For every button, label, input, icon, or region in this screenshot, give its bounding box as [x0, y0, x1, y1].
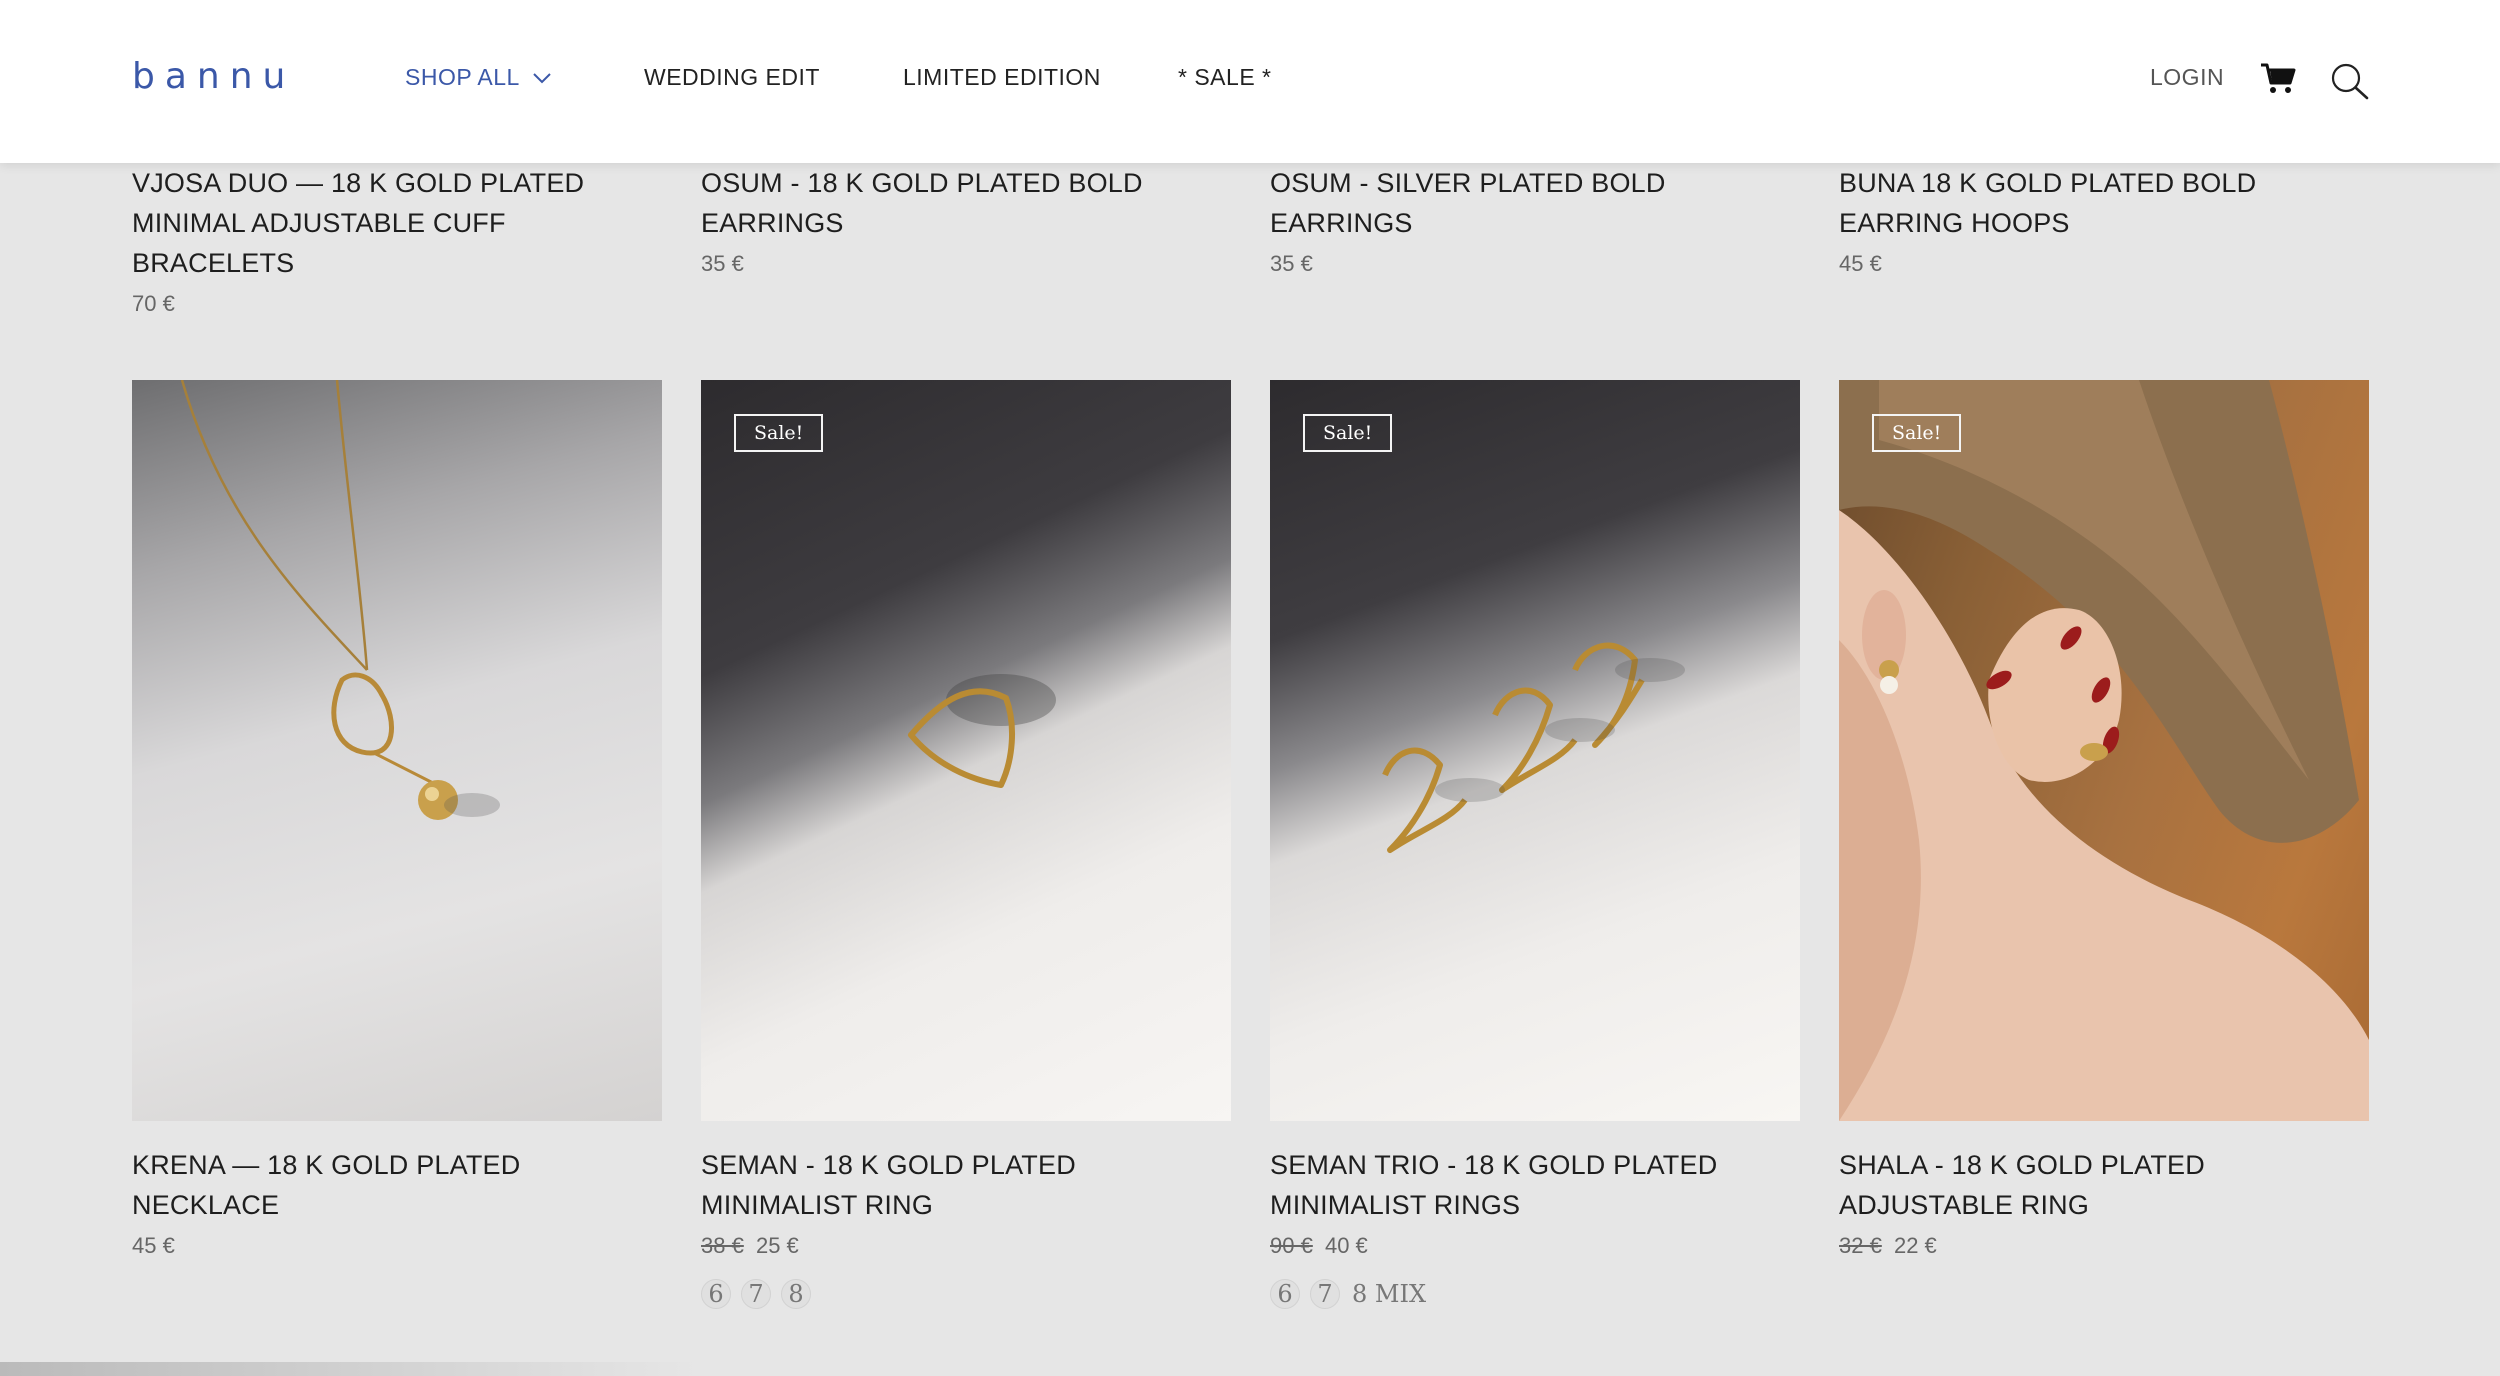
nav-limited-edition[interactable]: LIMITED EDITION — [903, 64, 1101, 91]
product-card-seman[interactable]: Sale! SEMAN - 18 K GOLD PLATED MINIMALIS… — [701, 380, 1231, 1309]
product-card-osum-silver[interactable]: OSUM - SILVER PLATED BOLD EARRINGS 35 € — [1270, 163, 1810, 279]
product-card-shala[interactable]: Sale! SHALA - 18 K GOLD PLATED ADJUSTABL… — [1839, 380, 2369, 1261]
product-price: 32 € 22 € — [1839, 1231, 2369, 1261]
nav-shop-all-label: SHOP ALL — [405, 64, 520, 90]
product-image[interactable]: Sale! — [1839, 380, 2369, 1121]
search-icon[interactable] — [2330, 62, 2370, 100]
product-image[interactable]: Sale! — [701, 380, 1231, 1121]
size-option[interactable]: 8 — [781, 1279, 811, 1309]
nav-sale-label: * SALE * — [1178, 64, 1272, 90]
product-title[interactable]: OSUM - SILVER PLATED BOLD EARRINGS — [1270, 163, 1810, 243]
product-title[interactable]: SEMAN - 18 K GOLD PLATED MINIMALIST RING — [701, 1145, 1231, 1225]
nav-sale[interactable]: * SALE * — [1178, 64, 1272, 91]
scroll-edge-shadow — [0, 1362, 700, 1376]
nav-shop-all[interactable]: SHOP ALL — [405, 64, 552, 91]
nav-wedding-edit[interactable]: WEDDING EDIT — [644, 64, 820, 91]
sale-badge: Sale! — [1303, 414, 1393, 452]
size-options: 6 7 8 MIX — [1270, 1279, 1800, 1309]
product-price: 70 € — [132, 291, 175, 316]
product-price: 35 € — [701, 251, 744, 276]
brand-logo[interactable]: bannu — [132, 56, 295, 97]
product-title[interactable]: SEMAN TRIO - 18 K GOLD PLATED MINIMALIST… — [1270, 1145, 1800, 1225]
old-price: 32 € — [1839, 1233, 1882, 1258]
product-title[interactable]: VJOSA DUO — 18 K GOLD PLATED MINIMAL ADJ… — [132, 163, 672, 283]
product-price: 38 € 25 € — [701, 1231, 1231, 1261]
product-title[interactable]: BUNA 18 K GOLD PLATED BOLD EARRING HOOPS — [1839, 163, 2379, 243]
model-illustration — [1839, 380, 2369, 1121]
chevron-down-icon — [533, 72, 551, 83]
product-title[interactable]: OSUM - 18 K GOLD PLATED BOLD EARRINGS — [701, 163, 1241, 243]
size-options: 6 7 8 — [701, 1279, 1231, 1309]
rings-illustration — [1382, 642, 1685, 853]
nav-wedding-edit-label: WEDDING EDIT — [644, 64, 820, 90]
sale-price: 22 € — [1893, 1233, 1937, 1258]
size-option[interactable]: 7 — [741, 1279, 771, 1309]
product-card-buna[interactable]: BUNA 18 K GOLD PLATED BOLD EARRING HOOPS… — [1839, 163, 2379, 279]
product-price: 45 € — [1839, 251, 1882, 276]
size-option[interactable]: 6 — [1270, 1279, 1300, 1309]
product-price: 35 € — [1270, 251, 1313, 276]
product-price: 90 € 40 € — [1270, 1231, 1800, 1261]
product-image[interactable] — [132, 380, 662, 1121]
product-title[interactable]: SHALA - 18 K GOLD PLATED ADJUSTABLE RING — [1839, 1145, 2369, 1225]
product-card-osum-gold[interactable]: OSUM - 18 K GOLD PLATED BOLD EARRINGS 35… — [701, 163, 1241, 279]
site-header: bannu SHOP ALL WEDDING EDIT LIMITED EDIT… — [0, 0, 2500, 163]
old-price: 90 € — [1270, 1233, 1313, 1258]
necklace-illustration — [180, 380, 500, 820]
product-card-seman-trio[interactable]: Sale! SEMAN TRIO - 18 K GOLD PLATED MINI… — [1270, 380, 1800, 1309]
sale-badge: Sale! — [734, 414, 824, 452]
sale-price: 25 € — [755, 1233, 799, 1258]
product-title[interactable]: KRENA — 18 K GOLD PLATED NECKLACE — [132, 1145, 662, 1225]
size-option[interactable]: 7 — [1310, 1279, 1340, 1309]
product-price: 45 € — [132, 1233, 175, 1258]
product-card-vjosa[interactable]: VJOSA DUO — 18 K GOLD PLATED MINIMAL ADJ… — [132, 163, 672, 319]
size-option[interactable]: 6 — [701, 1279, 731, 1309]
product-card-krena[interactable]: KRENA — 18 K GOLD PLATED NECKLACE 45 € — [132, 380, 662, 1261]
cart-icon[interactable] — [2260, 62, 2296, 96]
size-option[interactable]: 8 MIX — [1350, 1279, 1428, 1309]
sale-price: 40 € — [1324, 1233, 1368, 1258]
old-price: 38 € — [701, 1233, 744, 1258]
nav-limited-edition-label: LIMITED EDITION — [903, 64, 1101, 90]
sale-badge: Sale! — [1872, 414, 1962, 452]
product-image[interactable]: Sale! — [1270, 380, 1800, 1121]
login-link[interactable]: LOGIN — [2150, 64, 2224, 91]
ring-illustration — [908, 674, 1056, 788]
